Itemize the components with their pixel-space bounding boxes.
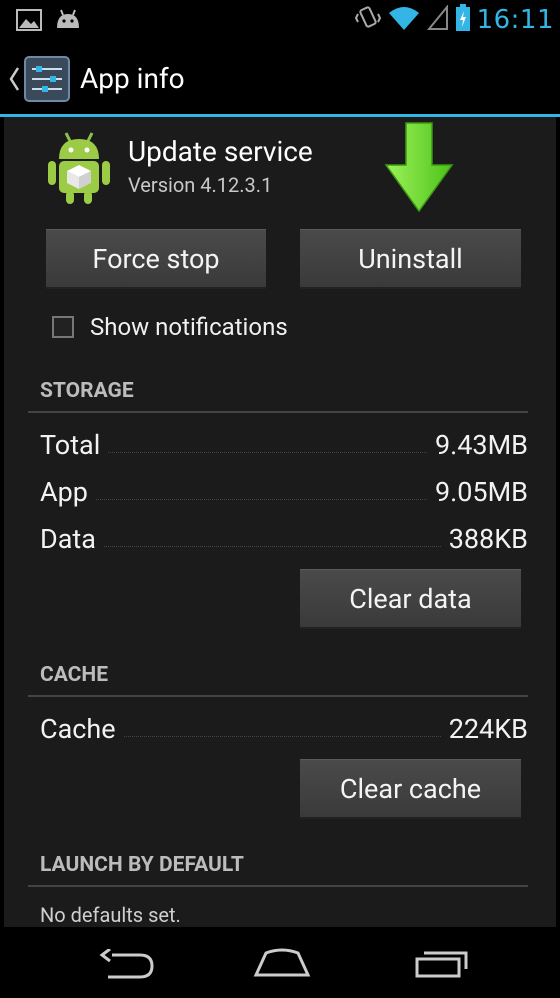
back-icon[interactable] — [98, 947, 156, 983]
clear-cache-button[interactable]: Clear cache — [300, 759, 521, 819]
dotted-leader — [108, 452, 427, 453]
navigation-bar — [0, 927, 560, 998]
dotted-leader — [95, 499, 427, 500]
dotted-leader — [123, 736, 441, 737]
no-defaults-text: No defaults set. — [40, 903, 181, 927]
cache-label: Cache — [40, 713, 116, 745]
battery-icon — [455, 4, 471, 36]
show-notifications-label: Show notifications — [90, 313, 288, 341]
signal-icon — [426, 4, 449, 35]
cache-value: 224KB — [448, 713, 528, 745]
dotted-leader — [103, 546, 441, 547]
app-name: Update service — [128, 135, 313, 168]
storage-row-app: App 9.05MB — [40, 472, 528, 508]
storage-value: 9.05MB — [434, 476, 528, 508]
storage-label: Data — [40, 523, 96, 555]
app-info-content: Update service Version 4.12.3.1 Force st… — [4, 117, 556, 927]
storage-label: Total — [40, 429, 101, 461]
clear-data-button[interactable]: Clear data — [300, 569, 521, 629]
storage-label: App — [40, 476, 88, 508]
launch-by-default-header: LAUNCH BY DEFAULT — [28, 853, 528, 887]
cache-header: CACHE — [28, 663, 528, 697]
uninstall-button[interactable]: Uninstall — [300, 229, 521, 289]
settings-sliders-icon[interactable] — [24, 56, 70, 106]
show-notifications-checkbox[interactable] — [52, 316, 74, 338]
android-icon — [54, 8, 82, 36]
home-icon[interactable] — [252, 947, 312, 983]
force-stop-button[interactable]: Force stop — [46, 229, 266, 289]
show-notifications-row[interactable]: Show notifications — [52, 313, 288, 341]
image-icon — [16, 8, 42, 36]
storage-row-data: Data 388KB — [40, 519, 528, 555]
storage-header: STORAGE — [28, 379, 528, 413]
up-caret-icon[interactable] — [8, 66, 20, 96]
recent-apps-icon[interactable] — [414, 947, 472, 983]
android-robot-icon — [46, 131, 112, 209]
status-bar: 16:11 — [0, 0, 560, 44]
action-bar: App info — [0, 44, 560, 117]
storage-row-total: Total 9.43MB — [40, 425, 528, 461]
cache-row: Cache 224KB — [40, 709, 528, 745]
storage-value: 9.43MB — [434, 429, 528, 461]
clock: 16:11 — [476, 5, 554, 35]
app-version: Version 4.12.3.1 — [128, 173, 273, 197]
arrow-down-icon — [384, 121, 454, 217]
wifi-icon — [387, 4, 421, 36]
page-title: App info — [80, 62, 185, 95]
vibrate-icon — [354, 4, 381, 36]
storage-value: 388KB — [448, 523, 528, 555]
